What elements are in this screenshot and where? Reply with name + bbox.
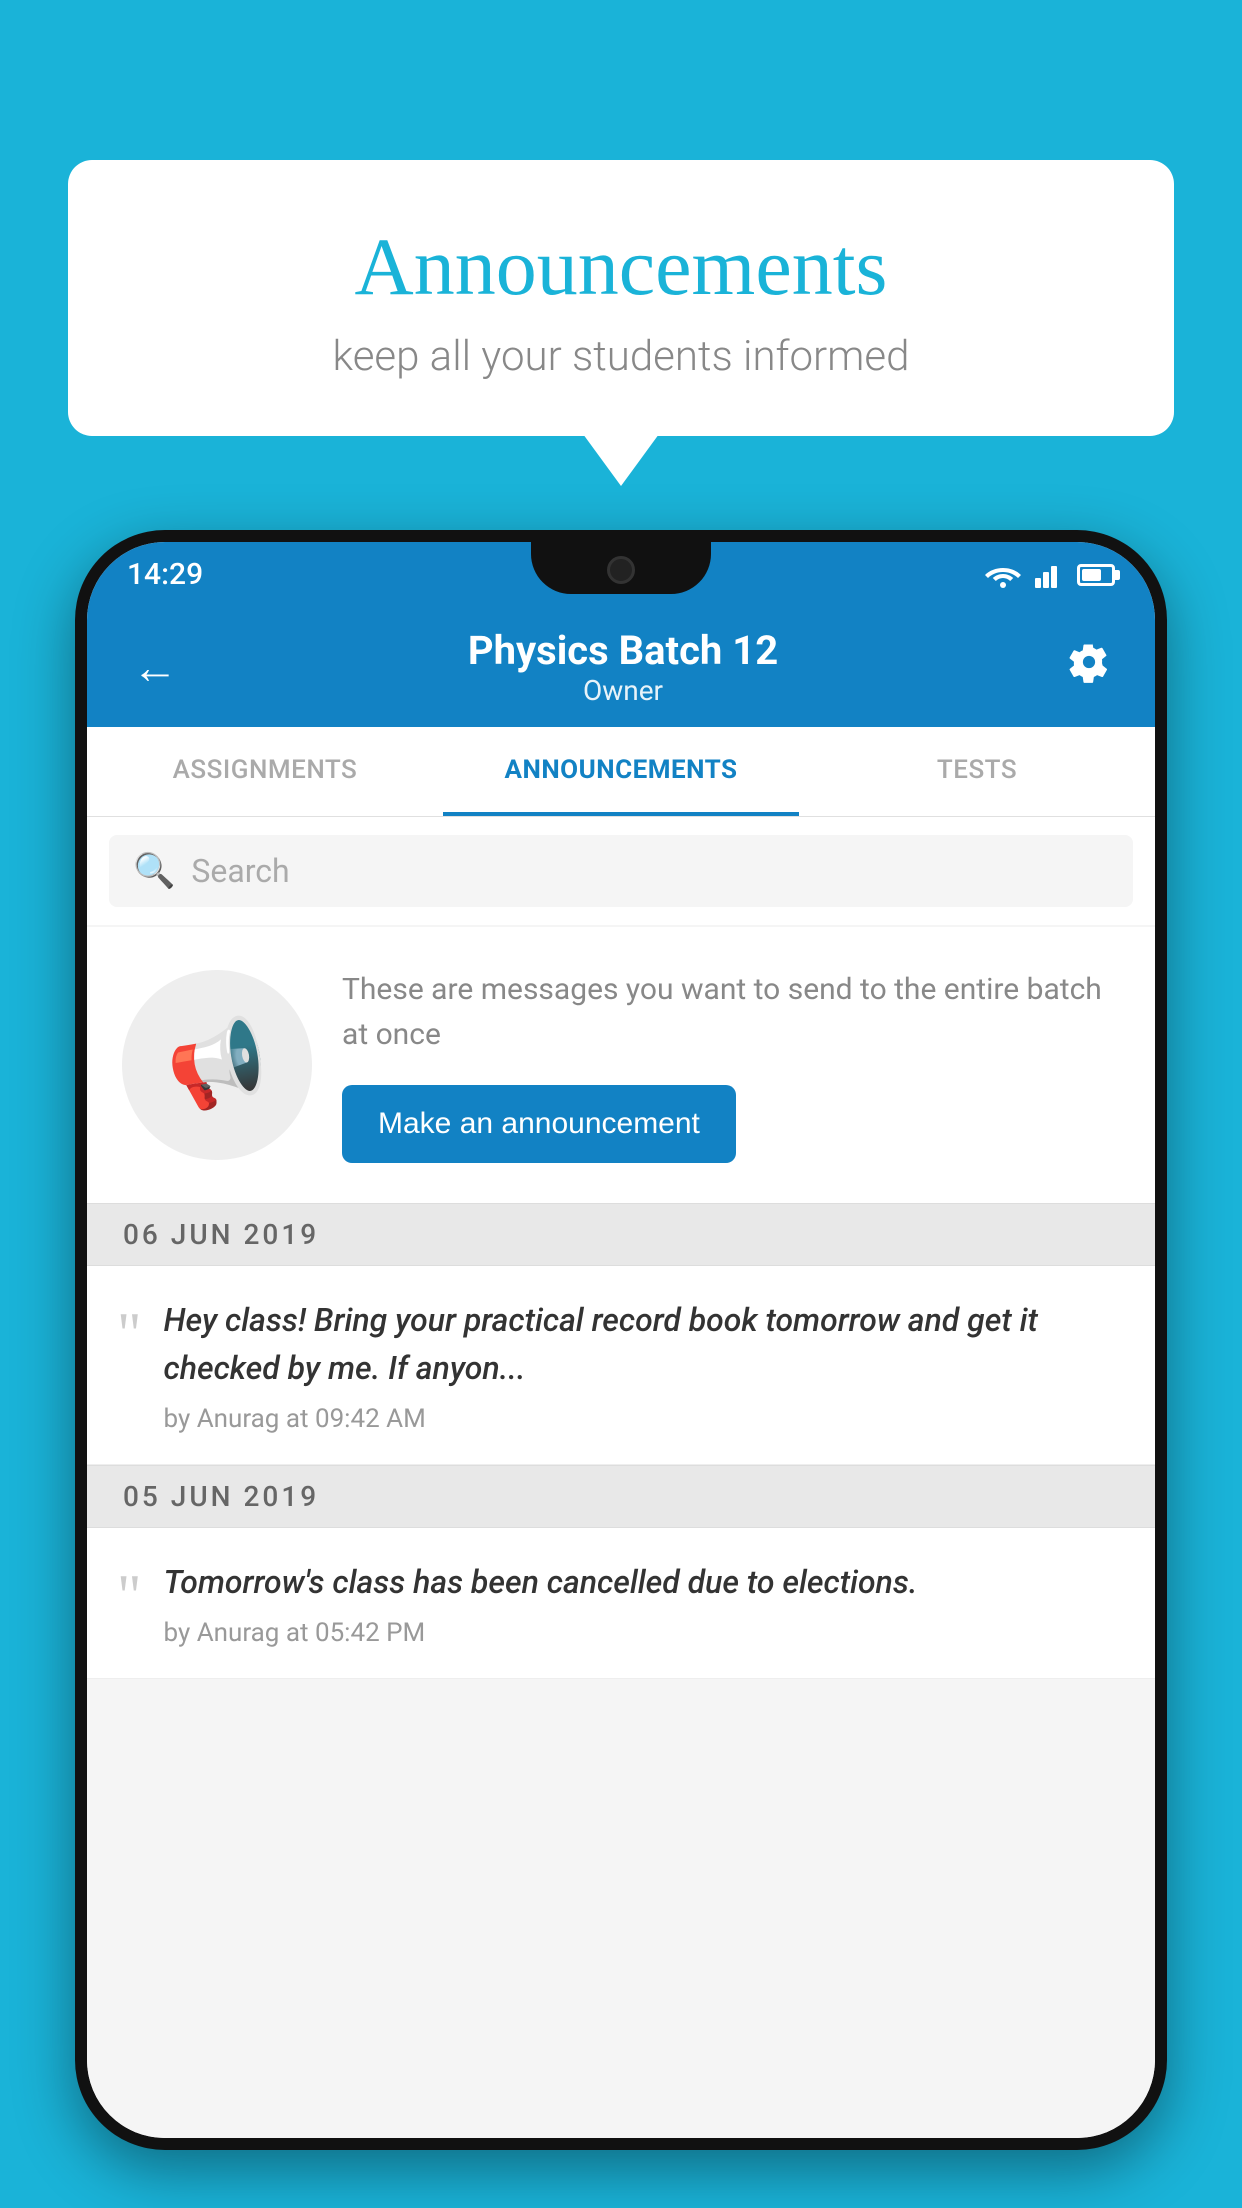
search-icon: 🔍 [133,851,175,891]
announcement-meta-2: by Anurag at 05:42 PM [164,1618,1126,1648]
settings-button[interactable] [1058,631,1120,704]
make-announcement-button[interactable]: Make an announcement [342,1085,736,1163]
announcement-text-1: Hey class! Bring your practical record b… [164,1296,1126,1434]
phone-content: 🔍 Search 📢 These are messages you want t… [87,817,1155,2138]
phone-wrapper: 14:29 [75,530,1167,2208]
announcement-meta-1: by Anurag at 09:42 AM [164,1404,1126,1434]
bubble-title: Announcements [118,220,1124,314]
tab-assignments[interactable]: ASSIGNMENTS [87,727,443,816]
phone-frame: 14:29 [75,530,1167,2150]
app-bar-title: Physics Batch 12 [188,627,1058,674]
signal-icon [1035,562,1063,588]
promo-description: These are messages you want to send to t… [342,967,1120,1057]
quote-icon-1: " [117,1304,142,1364]
tab-tests[interactable]: TESTS [799,727,1155,816]
announcement-item-2[interactable]: " Tomorrow's class has been cancelled du… [87,1528,1155,1679]
status-time: 14:29 [127,557,203,592]
app-bar-subtitle: Owner [188,674,1058,707]
bubble-subtitle: keep all your students informed [118,332,1124,381]
tab-bar: ASSIGNMENTS ANNOUNCEMENTS TESTS [87,727,1155,817]
phone-screen: 14:29 [87,542,1155,2138]
tab-announcements[interactable]: ANNOUNCEMENTS [443,727,799,816]
promo-text-group: These are messages you want to send to t… [342,967,1120,1163]
announcement-message-1: Hey class! Bring your practical record b… [164,1296,1126,1392]
quote-icon-2: " [117,1566,142,1626]
speech-bubble-container: Announcements keep all your students inf… [68,160,1174,436]
app-bar: ← Physics Batch 12 Owner [87,607,1155,727]
speech-bubble: Announcements keep all your students inf… [68,160,1174,436]
battery-icon [1077,564,1115,586]
promo-card: 📢 These are messages you want to send to… [87,927,1155,1203]
wifi-icon [985,562,1021,588]
search-bar[interactable]: 🔍 Search [109,835,1133,907]
app-bar-title-group: Physics Batch 12 Owner [188,627,1058,707]
phone-camera [607,556,635,584]
megaphone-icon: 📢 [160,1010,274,1120]
status-icons [985,562,1115,588]
back-button[interactable]: ← [122,630,188,705]
announcement-item-1[interactable]: " Hey class! Bring your practical record… [87,1266,1155,1465]
date-divider-2: 05 JUN 2019 [87,1465,1155,1528]
search-placeholder: Search [191,852,289,890]
phone-notch [531,542,711,594]
announcement-text-2: Tomorrow's class has been cancelled due … [164,1558,1126,1648]
date-divider-1: 06 JUN 2019 [87,1203,1155,1266]
search-bar-container: 🔍 Search [87,817,1155,925]
announcement-message-2: Tomorrow's class has been cancelled due … [164,1558,1126,1606]
promo-icon-circle: 📢 [122,970,312,1160]
